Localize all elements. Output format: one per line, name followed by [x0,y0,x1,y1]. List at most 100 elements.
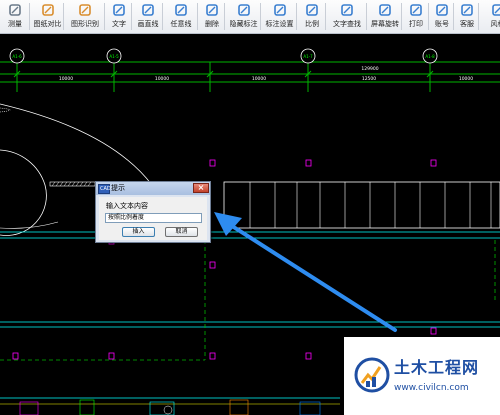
toolbar-button[interactable]: 打印 [403,0,429,33]
toolbar-button-label: 文字查找 [333,20,361,28]
axis-label: A1-5 [109,54,119,59]
text-search-icon [340,2,354,16]
toolbar-button[interactable]: 比例 [298,0,326,33]
annotation-arrow [214,212,397,332]
toolbar-separator [453,3,454,30]
toolbar-separator [29,3,30,30]
dialog-title-bar[interactable]: CAD 提示 × [96,182,210,195]
rotate-icon [378,2,392,16]
app-icon-text: CAD [100,186,111,192]
toolbar-separator [63,3,64,30]
toolbar-button[interactable]: 测量 [0,0,30,33]
dialog-prompt-label: 输入文本内容 [106,202,148,210]
toolbar-button[interactable]: 文字 [106,0,132,33]
hatched-bar [49,181,96,187]
dimension-text: 129900 [361,66,378,72]
toolbar-separator [104,3,105,30]
toolbar-button-label: 隐藏标注 [229,20,258,28]
toolbar-separator [260,3,261,30]
toolbar-separator [401,3,402,30]
dialog-title: 提示 [111,184,125,192]
watermark-url: www.civilcn.com [394,383,469,393]
toolbar-button[interactable]: 文字查找 [327,0,367,33]
toolbar-button[interactable]: 客服 [455,0,479,33]
toolbar-button-label: 标注设置 [265,20,294,28]
axis-grid [0,61,500,92]
axis-bubble: A1-6 [9,48,25,64]
toolbar-separator [478,3,479,30]
toolbar-separator [162,3,163,30]
dialog-body: 输入文本内容 按照比例着度 插入 取消 [99,197,207,240]
close-button[interactable]: × [193,183,209,193]
toolbar-button[interactable]: 风格 [480,0,500,33]
toolbar-button[interactable]: 屏幕旋转 [368,0,402,33]
palette-icon [491,2,500,16]
axis-label: A1-7 [303,54,313,59]
toolbar-button-label: 屏幕旋转 [371,20,399,28]
compare-icon [41,2,55,16]
ruler-icon [305,2,319,16]
toolbar-button[interactable]: 图形识别 [65,0,105,33]
dimension-text: 10000 [59,76,73,82]
recognize-icon [78,2,92,16]
toolbar-button[interactable]: 账号 [430,0,454,33]
app-icon: CAD [98,184,111,194]
toolbar-button[interactable]: 画直线 [133,0,163,33]
pencil-icon [174,2,188,16]
dimension-text: 10000 [155,76,169,82]
toolbar-button[interactable]: 删除 [199,0,225,33]
axis-bubble: A1-5 [106,48,122,64]
toolbar-separator [197,3,198,30]
axis-bubble: A1-8 [422,48,438,64]
toolbar-separator [296,3,297,30]
toolbar-separator [131,3,132,30]
text-input-dialog: CAD 提示 × 输入文本内容 按照比例着度 插入 取消 [95,181,211,243]
axis-bubble: A1-7 [300,48,316,64]
axis-label: A1-6 [12,54,22,59]
toolbar-button[interactable]: 任意线 [164,0,198,33]
text-icon [112,2,126,16]
toolbar: 测量 图纸对比 图形识别 文字 画直线 任意线 删除 隐藏标注 标注设置 比例 文字查找 屏幕旋转 打印… [0,0,500,34]
toolbar-button-label: 客服 [460,20,474,28]
toolbar-button[interactable]: 隐藏标注 [226,0,261,33]
toolbar-button-label: 账号 [435,20,449,28]
toolbar-button-label: 图纸对比 [33,20,62,28]
cancel-button[interactable]: 取消 [165,227,198,237]
dimension-text: 10000 [459,76,473,82]
axis-label: A1-8 [425,54,435,59]
toolbar-separator [325,3,326,30]
toolbar-button-label: 风格 [490,20,500,28]
toolbar-button-label: 图形识别 [71,20,99,28]
insert-button[interactable]: 插入 [122,227,155,237]
toolbar-button-label: 画直线 [137,20,159,28]
toolbar-separator [428,3,429,30]
toolbar-button-label: 比例 [305,20,319,28]
toolbar-button-label: 文字 [112,20,126,28]
toolbar-button-label: 测量 [8,20,22,28]
measure-icon [8,2,22,16]
user-icon [435,2,449,16]
toolbar-separator [366,3,367,30]
headset-icon [460,2,474,16]
eraser-icon [205,2,219,16]
watermark: 土木工程网 www.civilcn.com [344,337,500,415]
dimension-text: 10000 [252,76,266,82]
civilcn-logo-icon [354,357,390,393]
text-input-field[interactable]: 按照比例着度 [105,213,202,223]
toolbar-separator [224,3,225,30]
eye-hide-icon [237,2,251,16]
toolbar-button-label: 打印 [409,20,423,28]
print-icon [409,2,423,16]
column-markers [12,159,437,360]
cyan-lines [0,231,500,328]
toolbar-button[interactable]: 图纸对比 [31,0,64,33]
toolbar-button-label: 删除 [205,20,219,28]
dimension-text: 12500 [362,76,376,82]
toolbar-button-label: 任意线 [170,20,192,28]
watermark-site-name: 土木工程网 [394,358,480,377]
close-icon: × [197,183,205,192]
bottom-detail [0,397,340,415]
line-icon [141,2,155,16]
toolbar-button[interactable]: 标注设置 [262,0,297,33]
settings-icon [273,2,287,16]
